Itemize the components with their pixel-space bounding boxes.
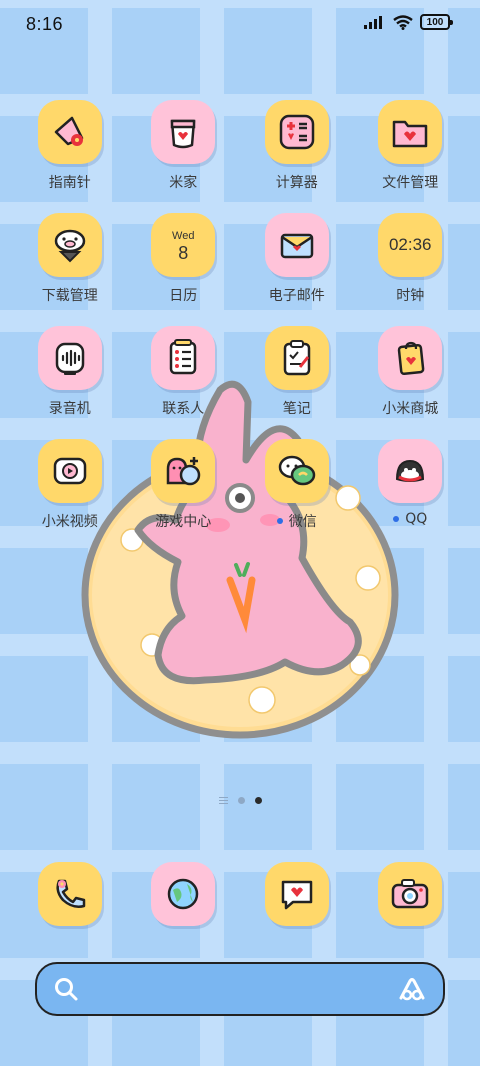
app-mi-store[interactable]: 小米商城: [354, 326, 468, 439]
calendar-icon[interactable]: Wed 8: [151, 213, 216, 277]
app-label-with-notification: QQ: [393, 511, 427, 527]
notification-dot: [393, 516, 400, 522]
qq-penguin-icon[interactable]: [378, 439, 443, 503]
page-indicator[interactable]: [0, 797, 480, 804]
app-recorder[interactable]: 录音机: [13, 326, 127, 439]
game-center-icon[interactable]: [151, 439, 216, 503]
video-play-icon[interactable]: [37, 439, 102, 503]
app-label: 文件管理: [382, 175, 439, 191]
app-download-manager[interactable]: 下载管理: [13, 213, 127, 326]
page-dot-1[interactable]: [237, 797, 245, 804]
app-calendar[interactable]: Wed 8 日历: [127, 213, 241, 326]
app-label: 游戏中心: [155, 514, 212, 530]
dock-phone[interactable]: [13, 862, 127, 926]
dock-browser[interactable]: [127, 862, 241, 926]
app-label: 小米商城: [382, 401, 439, 417]
wechat-icon[interactable]: [264, 439, 329, 503]
dock: [13, 862, 467, 926]
recorder-icon[interactable]: [37, 326, 102, 390]
app-drawer-indicator-icon[interactable]: [218, 797, 228, 804]
search-bar[interactable]: [35, 962, 445, 1016]
app-mi-video[interactable]: 小米视频: [13, 439, 127, 552]
notes-icon[interactable]: [264, 326, 329, 390]
app-qq[interactable]: QQ: [354, 439, 468, 552]
battery-level: 100: [426, 16, 444, 28]
app-label: 小米视频: [41, 514, 98, 530]
compass-icon[interactable]: [37, 100, 102, 164]
envelope-icon[interactable]: [264, 213, 329, 277]
app-label: 计算器: [275, 175, 318, 191]
app-mijia[interactable]: 米家: [127, 100, 241, 213]
app-calculator[interactable]: 计算器: [240, 100, 354, 213]
app-grid: 指南针 米家 计算器 文件管理 下载管理 Wed 8 日历 电子邮件 02:36…: [13, 100, 467, 552]
search-icon[interactable]: [53, 976, 79, 1002]
app-contacts[interactable]: 联系人: [127, 326, 241, 439]
wifi-icon: [393, 14, 413, 30]
phone-icon[interactable]: [37, 862, 102, 926]
status-bar: 8:16 100: [0, 0, 480, 50]
contacts-icon[interactable]: [151, 326, 216, 390]
app-label: 指南针: [48, 175, 91, 191]
app-label-with-notification: 微信: [276, 511, 317, 531]
messages-icon[interactable]: [264, 862, 329, 926]
app-file-manager[interactable]: 文件管理: [354, 100, 468, 213]
app-compass[interactable]: 指南针: [13, 100, 127, 213]
app-label: 笔记: [282, 401, 311, 417]
app-label: 录音机: [48, 401, 91, 417]
status-time: 8:16: [26, 14, 64, 34]
calendar-day: 8: [178, 242, 189, 263]
app-label: 微信: [288, 514, 317, 530]
app-label: 米家: [169, 175, 198, 191]
clock-icon[interactable]: 02:36: [378, 213, 443, 277]
battery-indicator: 100: [420, 14, 453, 30]
folder-heart-icon[interactable]: [378, 100, 443, 164]
app-game-center[interactable]: 游戏中心: [127, 439, 241, 552]
app-label: 下载管理: [41, 288, 98, 304]
dock-camera[interactable]: [354, 862, 468, 926]
dock-messages[interactable]: [240, 862, 354, 926]
clock-time: 02:36: [388, 235, 432, 254]
app-clock[interactable]: 02:36 时钟: [354, 213, 468, 326]
app-label: QQ: [405, 511, 428, 527]
calendar-weekday: Wed: [172, 229, 195, 242]
app-label: 时钟: [396, 288, 425, 304]
browser-globe-icon[interactable]: [151, 862, 216, 926]
app-label: 电子邮件: [268, 288, 325, 304]
camera-icon[interactable]: [378, 862, 443, 926]
notification-dot: [276, 518, 283, 524]
app-notes[interactable]: 笔记: [240, 326, 354, 439]
app-label: 联系人: [162, 401, 205, 417]
shopping-bag-icon[interactable]: [378, 326, 443, 390]
download-pig-icon[interactable]: [37, 213, 102, 277]
mijia-cup-icon[interactable]: [151, 100, 216, 164]
signal-icon: [364, 16, 382, 29]
assistant-icon[interactable]: [397, 976, 427, 1002]
app-label: 日历: [169, 288, 198, 304]
page-dot-2-active[interactable]: [254, 797, 262, 804]
app-wechat[interactable]: 微信: [240, 439, 354, 552]
calculator-icon[interactable]: [264, 100, 329, 164]
app-email[interactable]: 电子邮件: [240, 213, 354, 326]
